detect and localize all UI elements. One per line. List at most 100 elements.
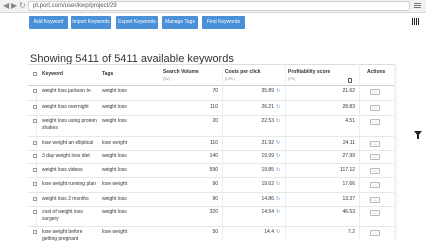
cpc-cell: 22.53 xyxy=(261,118,274,124)
actions-button[interactable]: ... xyxy=(370,182,380,188)
table-row: weight loss using protein shakes weight … xyxy=(28,115,394,137)
search-volume-cell: 20 xyxy=(212,118,218,124)
export-keywords-button[interactable]: Export Keywords xyxy=(116,16,158,29)
refresh-icon[interactable]: ↻ xyxy=(276,118,280,124)
cpc-cell: 26.21 xyxy=(261,104,274,110)
grid-view-icon[interactable] xyxy=(412,18,420,26)
keyword-cell: weight loss using protein shakes xyxy=(42,118,97,131)
refresh-icon[interactable]: ↻ xyxy=(276,181,280,187)
search-volume-cell: 110 xyxy=(210,140,218,146)
keyword-cell: lose weight an elliptical xyxy=(42,140,94,146)
table-row: lose weight before getting pregnant lose… xyxy=(28,226,394,246)
refresh-icon[interactable]: ↻ xyxy=(276,167,280,173)
profitability-cell: 46.53 xyxy=(342,209,355,215)
row-checkbox[interactable] xyxy=(33,210,37,214)
table-row: lose weight an elliptical lose weight 11… xyxy=(28,136,394,151)
column-search-volume[interactable]: Search Volume xyxy=(163,69,199,75)
column-profitability-sub: (PS) xyxy=(288,77,295,81)
cpc-cell: 14.54 xyxy=(261,209,274,215)
actions-button[interactable]: ... xyxy=(370,154,380,160)
refresh-icon[interactable]: ↻ xyxy=(276,209,280,215)
search-volume-cell: 50 xyxy=(212,229,218,235)
row-checkbox[interactable] xyxy=(33,105,37,109)
column-keyword[interactable]: Keyword xyxy=(42,71,63,77)
manage-tags-button[interactable]: Manage Tags xyxy=(162,16,198,29)
table-row: lose weight running plan lose weight 90 … xyxy=(28,177,394,193)
keyword-cell: cost of weight loss surgery xyxy=(42,209,83,222)
filter-icon[interactable] xyxy=(414,131,422,139)
actions-button[interactable]: ... xyxy=(370,168,380,174)
actions-button[interactable]: ... xyxy=(370,230,380,236)
tag-cell: lose weight xyxy=(102,140,128,146)
column-tags[interactable]: Tags xyxy=(102,71,113,77)
tag-cell: weight loss xyxy=(102,196,127,202)
keyword-cell: 3 day weight loss diet xyxy=(42,153,90,159)
forward-icon[interactable]: ▶ xyxy=(11,1,17,11)
sort-icon[interactable] xyxy=(348,78,352,83)
profitability-cell: 21.62 xyxy=(342,88,355,94)
address-bar[interactable]: pt.port.com/user/kwp/project/29 xyxy=(28,1,410,11)
column-profitability[interactable]: Profitability score xyxy=(288,69,330,75)
tag-cell: weight loss xyxy=(102,104,127,110)
row-checkbox[interactable] xyxy=(33,197,37,201)
actions-button[interactable]: ... xyxy=(370,105,380,111)
refresh-icon[interactable]: ↻ xyxy=(276,196,280,202)
actions-button[interactable]: ... xyxy=(370,89,380,95)
keyword-cell: weight loss 2 months xyxy=(42,196,89,202)
column-cost-per-click[interactable]: Costs per click xyxy=(225,69,261,75)
keyword-cell: weight loss videos xyxy=(42,167,83,173)
tag-cell: weight loss xyxy=(102,118,127,124)
table-header: Keyword Tags Search Volume (SV) Costs pe… xyxy=(28,64,394,86)
search-volume-cell: 140 xyxy=(209,153,218,159)
keyword-cell: lose weight before getting pregnant xyxy=(42,229,83,242)
row-checkbox[interactable] xyxy=(33,168,37,172)
find-keywords-button[interactable]: Find Keywords xyxy=(202,16,245,29)
cpc-cell: 35.89 xyxy=(261,88,274,94)
keyword-cell: lose weight running plan xyxy=(42,181,96,187)
table-row: weight loss videos weight loss 590 19.85… xyxy=(28,163,394,178)
cpc-cell: 19.62 xyxy=(261,181,274,187)
table-row: cost of weight loss surgery weight loss … xyxy=(28,206,394,227)
search-volume-cell: 320 xyxy=(209,209,218,215)
tag-cell: weight loss xyxy=(102,88,127,94)
row-checkbox[interactable] xyxy=(33,89,37,93)
import-keywords-button[interactable]: Import Keywords xyxy=(71,16,111,29)
cpc-cell: 19.99 xyxy=(261,153,274,159)
cpc-cell: 14.4 xyxy=(264,229,274,235)
table-row: 3 day weight loss diet weight loss 140 1… xyxy=(28,150,394,164)
refresh-icon[interactable]: ↻ xyxy=(276,229,280,235)
row-checkbox[interactable] xyxy=(33,119,37,123)
row-checkbox[interactable] xyxy=(33,154,37,158)
profitability-cell: 17.66 xyxy=(342,181,355,187)
actions-button[interactable]: ... xyxy=(370,210,380,216)
scrollbar[interactable] xyxy=(394,64,397,240)
row-checkbox[interactable] xyxy=(33,230,37,234)
refresh-icon[interactable]: ↻ xyxy=(276,88,280,94)
reload-icon[interactable]: ↻ xyxy=(19,1,26,11)
row-checkbox[interactable] xyxy=(33,182,37,186)
refresh-icon[interactable]: ↻ xyxy=(276,153,280,159)
profitability-cell: 24.11 xyxy=(342,140,355,146)
browser-menu-icon[interactable] xyxy=(413,2,423,10)
tag-cell: weight loss xyxy=(102,209,127,215)
actions-button[interactable]: ... xyxy=(370,141,380,147)
refresh-icon[interactable]: ↻ xyxy=(276,104,280,110)
refresh-icon[interactable]: ↻ xyxy=(276,140,280,146)
row-checkbox[interactable] xyxy=(33,141,37,145)
profitability-cell: 28.83 xyxy=(342,104,355,110)
add-keyword-button[interactable]: Add Keyword xyxy=(29,16,68,29)
tag-cell: weight loss xyxy=(102,153,127,159)
search-volume-cell: 590 xyxy=(209,167,218,173)
search-volume-cell: 110 xyxy=(210,104,218,110)
tag-cell: lose weight xyxy=(102,229,128,235)
profitability-cell: 13.37 xyxy=(342,196,355,202)
select-all-checkbox[interactable] xyxy=(33,72,37,76)
profitability-cell: 27.99 xyxy=(342,153,355,159)
actions-button[interactable]: ... xyxy=(370,197,380,203)
keyword-cell: weight loss jackson tn xyxy=(42,88,91,94)
actions-button[interactable]: ... xyxy=(370,119,380,125)
cpc-cell: 21.92 xyxy=(261,140,274,146)
profitability-cell: 4.51 xyxy=(345,118,355,124)
back-icon[interactable]: ◀ xyxy=(3,1,9,11)
tag-cell: weight loss xyxy=(102,167,127,173)
